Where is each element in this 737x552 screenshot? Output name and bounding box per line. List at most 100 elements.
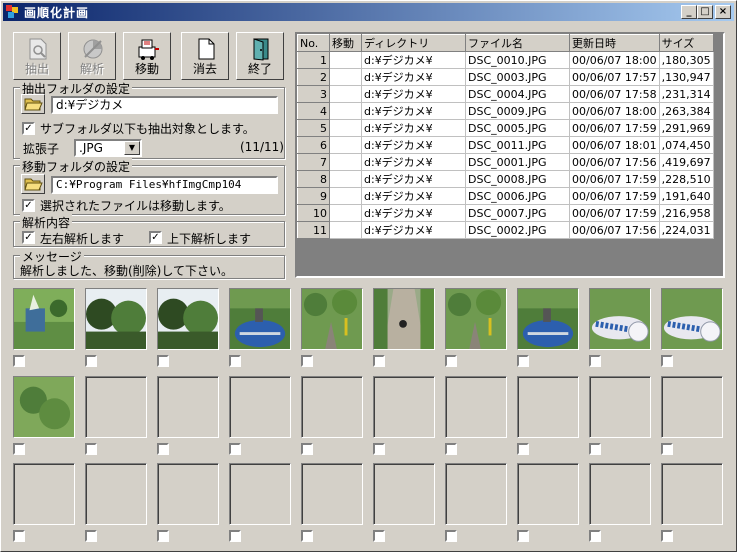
thumbnail-checkbox[interactable] [517,530,529,542]
column-header[interactable]: 移動 [329,34,362,52]
thumbnail-checkbox[interactable] [13,355,25,367]
thumbnail-checkbox[interactable] [85,443,97,455]
thumbnail-checkbox[interactable] [13,443,25,455]
thumbnail[interactable] [157,288,219,350]
thumbnail[interactable] [445,376,507,438]
file-table-view[interactable]: No. 移動 ディレクトリ ファイル名 更新日時 サイズ 1 d:¥デジカメ¥ DS… [295,32,725,278]
thumbnail[interactable] [13,288,75,350]
table-row[interactable]: 2 d:¥デジカメ¥ DSC_0003.JPG 00/06/07 17:57,130,… [297,68,714,86]
ud-analysis-checkbox[interactable]: ✓ [149,231,162,244]
extract-folder-browse-button[interactable] [21,94,45,114]
subfolder-checkbox[interactable]: ✓ [22,122,35,135]
thumbnail-checkbox[interactable] [13,530,25,542]
thumbnail[interactable] [301,288,363,350]
chevron-down-icon[interactable]: ▼ [124,141,140,155]
move-folder-input[interactable]: C:¥Program Files¥hfImgCmp104 [51,176,278,194]
thumbnail-checkbox[interactable] [373,443,385,455]
thumbnail[interactable] [373,376,435,438]
thumbnail-checkbox[interactable] [661,530,673,542]
table-row[interactable]: 6 d:¥デジカメ¥ DSC_0011.JPG 00/06/07 18:01,074,… [297,136,714,154]
thumbnail[interactable] [661,376,723,438]
thumbnail-checkbox[interactable] [589,443,601,455]
thumbnail-checkbox[interactable] [229,355,241,367]
thumbnail[interactable] [517,288,579,350]
move-button[interactable]: 移動 [123,32,171,80]
thumbnail[interactable] [517,463,579,525]
table-row[interactable]: 10 d:¥デジカメ¥ DSC_0007.JPG 00/06/07 17:59,216… [297,204,714,222]
column-header[interactable]: ファイル名 [465,34,570,52]
thumbnail[interactable] [13,376,75,438]
thumbnail-checkbox[interactable] [445,530,457,542]
table-row[interactable]: 9 d:¥デジカメ¥ DSC_0006.JPG 00/06/07 17:59,191,… [297,187,714,205]
thumbnail[interactable] [85,288,147,350]
photo-thumbnail-image [14,289,74,349]
analyze-button[interactable]: 解析 [68,32,116,80]
table-row[interactable]: 1 d:¥デジカメ¥ DSC_0010.JPG 00/06/07 18:00,180,… [297,51,714,69]
delete-button[interactable]: 消去 [181,32,229,80]
extract-button[interactable]: 抽出 [13,32,61,80]
thumbnail-checkbox[interactable] [85,530,97,542]
table-row[interactable]: 7 d:¥デジカメ¥ DSC_0001.JPG 00/06/07 17:56,419,… [297,153,714,171]
thumbnail-checkbox[interactable] [661,443,673,455]
thumbnail-checkbox[interactable] [373,530,385,542]
thumbnail-checkbox[interactable] [229,530,241,542]
column-header[interactable]: サイズ [658,34,714,52]
thumbnail[interactable] [661,288,723,350]
thumbnail-checkbox[interactable] [589,530,601,542]
thumbnail[interactable] [661,463,723,525]
thumbnail[interactable] [85,463,147,525]
thumbnail[interactable] [589,376,651,438]
minimize-button[interactable]: _ [681,5,697,19]
column-header[interactable]: 更新日時 [569,34,660,52]
thumbnail[interactable] [445,288,507,350]
thumbnail-checkbox[interactable] [301,530,313,542]
thumbnail[interactable] [589,288,651,350]
thumbnail[interactable] [517,376,579,438]
thumbnail-checkbox[interactable] [589,355,601,367]
column-header[interactable]: No. [297,34,330,52]
thumbnail[interactable] [589,463,651,525]
thumbnail-checkbox[interactable] [301,443,313,455]
thumbnail-checkbox[interactable] [445,355,457,367]
thumbnail[interactable] [13,463,75,525]
thumbnail-checkbox[interactable] [229,443,241,455]
ext-select[interactable]: .JPG ▼ [74,139,142,157]
thumbnail-checkbox[interactable] [157,530,169,542]
lr-analysis-checkbox[interactable]: ✓ [22,231,35,244]
thumbnail[interactable] [301,463,363,525]
close-button[interactable]: × [715,5,731,19]
thumbnail[interactable] [157,376,219,438]
thumbnail[interactable] [229,376,291,438]
extract-folder-input[interactable]: d:¥デジカメ [51,96,278,114]
thumbnail[interactable] [445,463,507,525]
table-row[interactable]: 3 d:¥デジカメ¥ DSC_0004.JPG 00/06/07 17:58,231,… [297,85,714,103]
thumbnail-checkbox[interactable] [445,443,457,455]
thumbnail[interactable] [229,463,291,525]
thumbnail-checkbox[interactable] [301,355,313,367]
table-row[interactable]: 11 d:¥デジカメ¥ DSC_0002.JPG 00/06/07 17:56,224… [297,221,714,239]
thumbnail-checkbox[interactable] [661,355,673,367]
move-folder-browse-button[interactable] [21,174,45,194]
thumbnail[interactable] [301,376,363,438]
column-header[interactable]: ディレクトリ [361,34,466,52]
table-row[interactable]: 8 d:¥デジカメ¥ DSC_0008.JPG 00/06/07 17:59,228,… [297,170,714,188]
thumbnail-checkbox[interactable] [517,355,529,367]
thumbnail[interactable] [373,463,435,525]
thumbnail[interactable] [373,288,435,350]
thumbnail[interactable] [229,288,291,350]
thumbnail-checkbox[interactable] [85,355,97,367]
table-cell: DSC_0006.JPG [465,187,570,205]
thumbnail[interactable] [85,376,147,438]
thumbnail[interactable] [157,463,219,525]
move-checkbox[interactable]: ✓ [22,199,35,212]
extract-icon [29,38,47,60]
thumbnail-checkbox[interactable] [157,443,169,455]
exit-button[interactable]: 終了 [236,32,284,80]
table-row[interactable]: 4 d:¥デジカメ¥ DSC_0009.JPG 00/06/07 18:00,263,… [297,102,714,120]
thumbnail-checkbox[interactable] [517,443,529,455]
title-bar[interactable]: 画順化計画 _ □ × [3,3,734,21]
table-row[interactable]: 5 d:¥デジカメ¥ DSC_0005.JPG 00/06/07 17:59,291,… [297,119,714,137]
maximize-button[interactable]: □ [697,5,713,19]
thumbnail-checkbox[interactable] [157,355,169,367]
thumbnail-checkbox[interactable] [373,355,385,367]
